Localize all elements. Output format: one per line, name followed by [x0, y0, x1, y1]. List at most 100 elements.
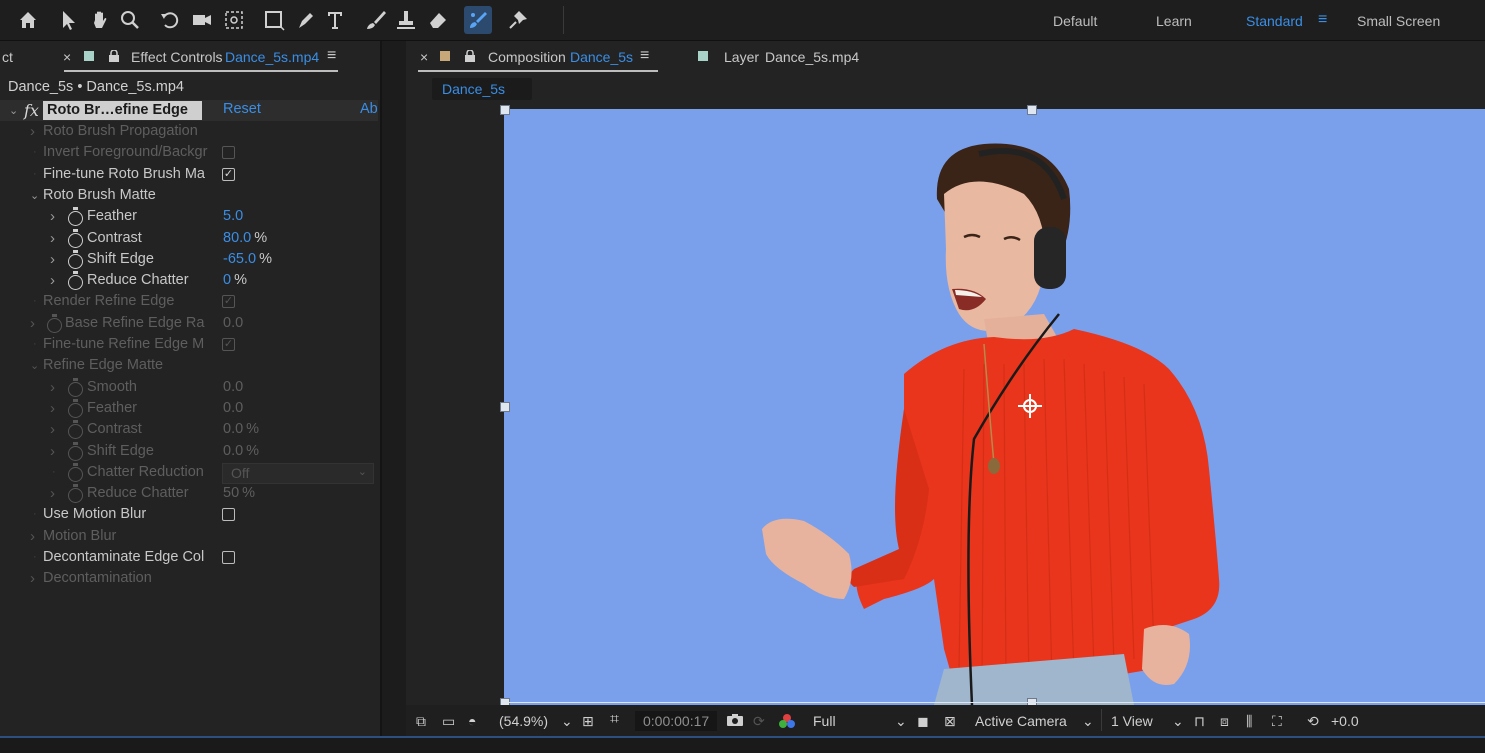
property-value-number[interactable]: 0.0 [223, 379, 243, 395]
mask-visibility-icon[interactable]: ◓ [468, 713, 476, 729]
toggle-pixel-aspect-icon[interactable]: ⊓ [1194, 713, 1205, 730]
composition-tab-label[interactable]: Composition [488, 49, 566, 65]
chevron-right-icon[interactable]: › [50, 270, 55, 291]
view-layout-dropdown[interactable]: 1 View [1111, 713, 1153, 729]
property-value-number[interactable]: 0.0 [223, 443, 243, 459]
chevron-down-icon[interactable]: ⌄ [561, 713, 573, 730]
effect-property-row[interactable]: › Reduce Chatter 0% [0, 270, 378, 291]
property-checkbox[interactable] [222, 508, 235, 522]
workspace-standard[interactable]: Standard [1246, 13, 1303, 29]
rectangle-icon[interactable] [260, 6, 288, 34]
chevron-down-icon[interactable]: ⌄ [358, 462, 367, 483]
property-value-number[interactable]: 5.0 [223, 208, 243, 224]
effect-property-row[interactable]: › Contrast 0.0% [0, 419, 378, 440]
effect-name[interactable]: Roto Br…efine Edge [43, 101, 202, 120]
composition-viewer[interactable] [504, 109, 1485, 705]
chevron-right-icon[interactable]: › [30, 313, 35, 334]
effect-controls-tab-file[interactable]: Dance_5s.mp4 [225, 49, 319, 65]
pan-behind-icon[interactable] [220, 6, 248, 34]
close-icon[interactable]: × [420, 49, 428, 65]
property-value-number[interactable]: -65.0 [223, 251, 256, 267]
flowchart-icon[interactable]: ⛶ [1272, 713, 1282, 730]
effect-property-row[interactable]: › Feather 5.0 [0, 206, 378, 227]
close-icon[interactable]: × [63, 49, 71, 65]
property-value[interactable]: 0.0% [223, 419, 259, 440]
chevron-right-icon[interactable]: › [50, 483, 55, 504]
panel-menu-icon[interactable]: ≡ [640, 47, 649, 65]
property-value[interactable]: 0.0 [223, 398, 243, 419]
zoom-level[interactable]: (54.9%) [499, 713, 548, 729]
stopwatch-icon[interactable] [68, 420, 83, 440]
property-value[interactable]: 0% [223, 270, 247, 291]
effect-property-row[interactable]: › Contrast 80.0% [0, 228, 378, 249]
property-value[interactable]: 80.0% [223, 228, 267, 249]
stopwatch-icon[interactable] [68, 228, 83, 248]
effect-property-row[interactable]: › Base Refine Edge Ra 0.0 [0, 313, 378, 334]
effect-property-row[interactable]: · Fine-tune Roto Brush Ma ✓ [0, 164, 378, 185]
effect-property-row[interactable]: · Chatter Reduction Off ⌄ [0, 462, 378, 484]
region-of-interest-icon[interactable]: ⌗ [610, 711, 619, 729]
show-snapshot-icon[interactable]: ⟳ [753, 713, 765, 730]
workspace-learn[interactable]: Learn [1156, 13, 1192, 29]
workspace-default[interactable]: Default [1053, 13, 1097, 29]
property-value-number[interactable]: 80.0 [223, 230, 251, 246]
chevron-right-icon[interactable]: › [50, 228, 55, 249]
chevron-right-icon[interactable]: › [50, 398, 55, 419]
project-tab-fragment[interactable]: ct [2, 49, 13, 65]
property-value-number[interactable]: 0.0 [223, 421, 243, 437]
effect-property-row[interactable]: · Invert Foreground/Backgr [0, 142, 378, 163]
display-monitor-icon[interactable]: ▭ [442, 713, 455, 730]
stopwatch-icon[interactable] [68, 441, 83, 461]
hand-icon[interactable] [86, 6, 114, 34]
property-checkbox[interactable] [222, 146, 235, 160]
effect-property-row[interactable]: › Decontamination [0, 568, 378, 589]
reset-link[interactable]: Reset [223, 101, 261, 117]
rotate-icon[interactable] [156, 6, 184, 34]
roto-brush-icon[interactable] [464, 6, 492, 34]
layer-handle-top-center[interactable] [1027, 105, 1037, 115]
effect-property-row[interactable]: › Smooth 0.0 [0, 377, 378, 398]
lock-icon[interactable] [108, 49, 120, 62]
property-value[interactable]: 5.0 [223, 206, 243, 227]
eraser-icon[interactable] [424, 6, 452, 34]
stopwatch-icon[interactable] [68, 207, 83, 227]
stopwatch-icon[interactable] [68, 462, 83, 482]
property-value[interactable]: 0.0 [223, 313, 243, 334]
chevron-down-icon[interactable]: ⌄ [1172, 713, 1184, 730]
chevron-right-icon[interactable]: › [50, 377, 55, 398]
property-value[interactable]: -65.0% [223, 249, 272, 270]
effect-property-row[interactable]: · Render Refine Edge ✓ [0, 291, 378, 312]
effect-property-row[interactable]: › Shift Edge -65.0% [0, 249, 378, 270]
property-checkbox[interactable]: ✓ [222, 295, 235, 309]
stopwatch-icon[interactable] [68, 271, 83, 291]
composition-navigator-tab[interactable]: Dance_5s [432, 78, 532, 100]
layer-handle-top-left[interactable] [500, 105, 510, 115]
property-value-number[interactable]: 0.0 [223, 400, 243, 416]
chevron-down-icon[interactable]: ⌄ [30, 356, 39, 377]
chevron-right-icon[interactable]: › [30, 121, 35, 142]
camera-icon[interactable] [188, 6, 216, 34]
effect-property-row[interactable]: › Shift Edge 0.0% [0, 441, 378, 462]
property-value-number[interactable]: 0 [223, 272, 231, 288]
fx-icon[interactable]: fx [24, 101, 39, 120]
stopwatch-icon[interactable] [47, 313, 62, 333]
workspace-small-screen[interactable]: Small Screen [1357, 13, 1440, 29]
property-value[interactable]: 0.0% [223, 441, 259, 462]
chevron-down-icon[interactable]: ⌄ [30, 186, 39, 207]
chevron-down-icon[interactable]: ⌄ [895, 713, 907, 730]
about-link[interactable]: Abo [360, 101, 378, 117]
effect-property-row[interactable]: › Motion Blur [0, 526, 378, 547]
puppet-pin-icon[interactable] [504, 6, 532, 34]
chevron-right-icon[interactable]: › [50, 249, 55, 270]
camera-view-dropdown[interactable]: Active Camera [975, 713, 1067, 729]
chevron-right-icon[interactable]: › [50, 441, 55, 462]
effect-property-row[interactable]: · Decontaminate Edge Col [0, 547, 378, 568]
property-value-number[interactable]: 0.0 [223, 315, 243, 331]
chevron-down-icon[interactable]: ⌄ [9, 104, 18, 117]
type-icon[interactable] [322, 6, 350, 34]
effect-property-row[interactable]: › Roto Brush Propagation [0, 121, 378, 142]
selection-arrow-icon[interactable] [54, 6, 82, 34]
layer-tab-file[interactable]: Dance_5s.mp4 [765, 49, 859, 65]
clone-stamp-icon[interactable] [392, 6, 420, 34]
effect-property-row[interactable]: · Use Motion Blur [0, 504, 378, 525]
